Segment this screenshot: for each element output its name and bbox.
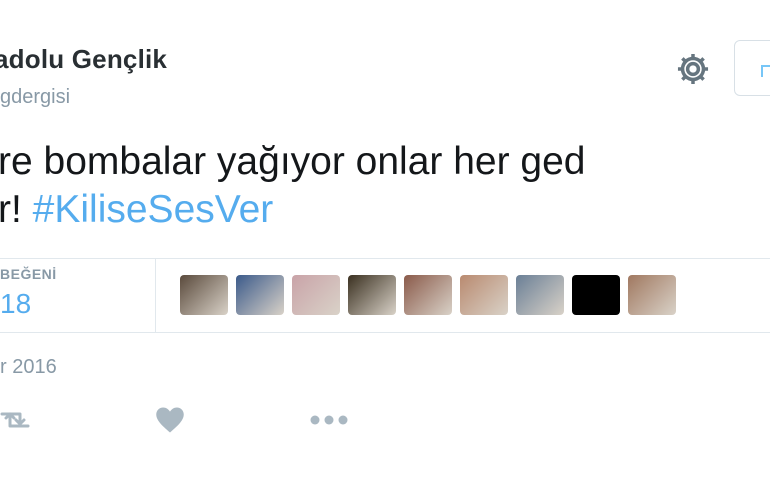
user-handle[interactable]: gdergisi xyxy=(0,86,70,109)
tweet-text: re bombalar yağıyor onlar her ged r! #Ki… xyxy=(0,138,586,234)
stats-bottom-divider xyxy=(0,332,770,333)
likes-label[interactable]: BEĞENİ xyxy=(0,266,57,282)
liker-avatar-2[interactable] xyxy=(236,275,284,315)
more-icon[interactable] xyxy=(308,413,350,427)
liker-avatar-1[interactable] xyxy=(180,275,228,315)
liker-avatar-5[interactable] xyxy=(404,275,452,315)
retweet-icon[interactable] xyxy=(0,404,30,434)
liker-avatar-3[interactable] xyxy=(292,275,340,315)
tweet-date[interactable]: r 2016 xyxy=(0,356,57,379)
follow-button[interactable] xyxy=(734,40,770,96)
heart-icon[interactable] xyxy=(155,406,185,434)
liker-avatar-9[interactable] xyxy=(628,275,676,315)
stats-top-divider xyxy=(0,258,770,259)
liker-avatars xyxy=(180,275,676,315)
liker-avatar-4[interactable] xyxy=(348,275,396,315)
gear-icon[interactable] xyxy=(674,50,712,88)
follow-plus-icon xyxy=(761,65,770,77)
liker-avatar-7[interactable] xyxy=(516,275,564,315)
tweet-line-2-text: r! xyxy=(0,188,33,231)
hashtag-link[interactable]: #KiliseSesVer xyxy=(33,188,274,231)
tweet-line-2: r! #KiliseSesVer xyxy=(0,186,586,234)
tweet-line-1: re bombalar yağıyor onlar her ged xyxy=(0,140,586,183)
liker-avatar-8[interactable] xyxy=(572,275,620,315)
likes-count[interactable]: 18 xyxy=(0,288,31,320)
liker-avatar-6[interactable] xyxy=(460,275,508,315)
stats-separator xyxy=(155,258,156,332)
display-name[interactable]: adolu Gençlik xyxy=(0,44,167,75)
